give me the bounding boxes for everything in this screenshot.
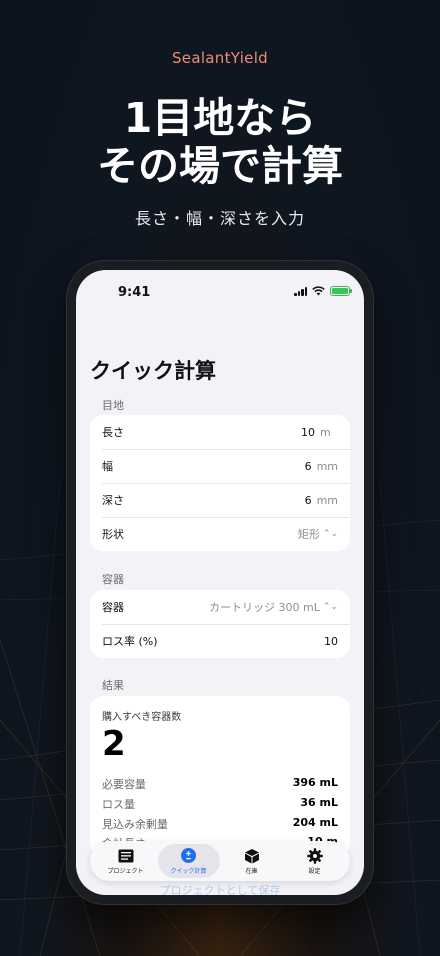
chevron-up-down-icon: ⌃⌄ [322,602,338,612]
tab-quick-calc[interactable]: クイック計算 [157,844,220,878]
width-unit: mm [316,459,338,473]
result-row-loss: ロス量 36 mL [102,796,338,812]
wifi-icon [312,286,325,296]
headline-line-1: 1目地なら [123,94,317,142]
depth-value[interactable]: 6 [305,494,312,507]
section-label-results: 結果 [102,679,124,692]
result-row-required: 必要容量 396 mL [102,776,338,792]
depth-label: 深さ [102,494,124,507]
results-title: 購入すべき容器数 [102,712,182,723]
tab-bar: プロジェクト クイック計算 在庫 設定 [90,841,350,881]
list-icon [118,849,133,862]
headline-line-2: その場で計算 [97,142,343,190]
headline: 1目地なら その場で計算 [0,94,440,190]
cellular-signal-icon [294,286,307,296]
app-screen: 9:41 クイック計算 目地 長さ 10 m 幅 6 mm 深さ 6 mm 形状… [76,270,364,895]
tab-settings[interactable]: 設定 [284,844,346,878]
shape-picker[interactable]: 矩形 ⌃⌄ [298,526,338,542]
result-row-surplus: 見込み余剰量 204 mL [102,816,338,832]
loss-rate-value[interactable]: 10 [324,635,338,648]
container-type-value: カートリッジ 300 mL [209,601,320,614]
joint-card: 長さ 10 m 幅 6 mm 深さ 6 mm 形状 矩形 ⌃⌄ [90,415,350,551]
tab-projects[interactable]: プロジェクト [95,844,157,878]
section-label-joint: 目地 [102,399,124,412]
depth-row[interactable]: 深さ 6 mm [90,483,350,517]
length-unit: m [320,425,331,439]
subheadline: 長さ・幅・深さを入力 [134,209,305,228]
length-value[interactable]: 10 [301,426,315,439]
loss-rate-label: ロス率 (%) [102,635,158,648]
result-value: 204 mL [292,816,338,829]
tab-label: プロジェクト [107,867,144,875]
phone-frame: 9:41 クイック計算 目地 長さ 10 m 幅 6 mm 深さ 6 mm 形状… [67,261,373,904]
length-label: 長さ [102,426,124,439]
tab-label: 在庫 [245,867,258,875]
container-card: 容器 カートリッジ 300 mL ⌃⌄ ロス率 (%) 10 [90,590,350,658]
brand-name: SealantYield [171,49,268,67]
box-icon [244,848,259,863]
result-value: 396 mL [292,776,338,789]
battery-icon [330,286,352,296]
result-label: 必要容量 [102,778,146,791]
container-type-row[interactable]: 容器 カートリッジ 300 mL ⌃⌄ [90,590,350,624]
shape-row[interactable]: 形状 矩形 ⌃⌄ [90,517,350,551]
tab-label: 設定 [308,867,321,875]
container-count: 2 [102,724,126,764]
page-title: クイック計算 [90,359,216,383]
status-icons [294,286,352,296]
plus-minus-icon [181,848,196,863]
status-bar: 9:41 [76,270,364,314]
result-value: 36 mL [300,796,338,809]
results-card: 購入すべき容器数 2 必要容量 396 mL ロス量 36 mL 見込み余剰量 … [90,696,350,856]
width-value[interactable]: 6 [305,460,312,473]
width-row[interactable]: 幅 6 mm [90,449,350,483]
loss-rate-row[interactable]: ロス率 (%) 10 [90,624,350,658]
length-row[interactable]: 長さ 10 m [90,415,350,449]
chevron-up-down-icon: ⌃⌄ [322,529,338,539]
depth-unit: mm [316,493,338,507]
result-label: 見込み余剰量 [102,818,168,831]
save-as-project-link[interactable]: プロジェクトとして保存 [76,882,364,895]
container-picker[interactable]: カートリッジ 300 mL ⌃⌄ [209,599,338,615]
shape-label: 形状 [102,528,124,541]
tab-inventory[interactable]: 在庫 [221,844,283,878]
gear-icon [306,847,323,864]
width-label: 幅 [102,460,113,473]
tab-label: クイック計算 [170,867,207,875]
section-label-container: 容器 [102,573,124,586]
result-label: ロス量 [102,798,135,811]
container-type-label: 容器 [102,601,124,614]
shape-value: 矩形 [297,528,320,541]
status-time: 9:41 [118,285,151,300]
